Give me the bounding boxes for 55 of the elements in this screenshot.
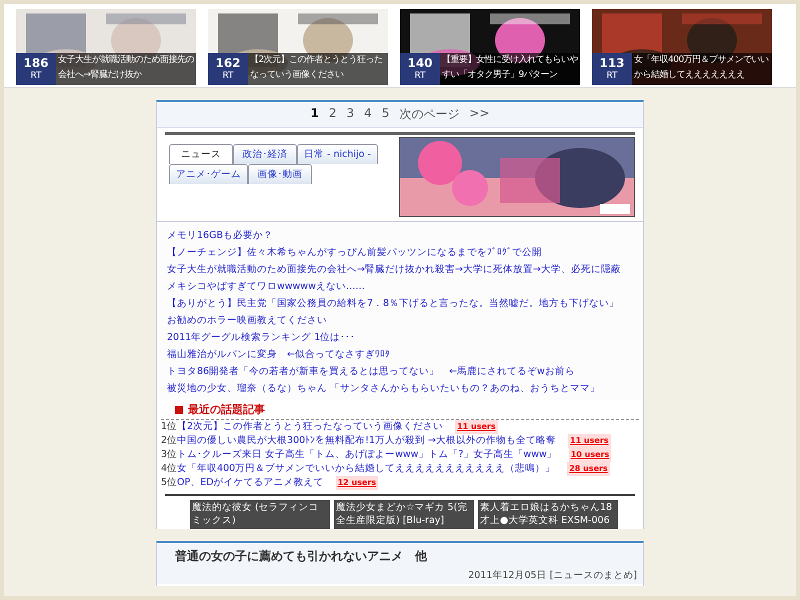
page-link[interactable]: 4 — [364, 106, 372, 123]
thumbnail-caption[interactable]: 【2次元】この作者とうとう狂ったなっていう画像ください — [248, 53, 388, 85]
headline-link[interactable]: 【ありがとう】民主党「国家公務員の給料を7．8％下げると言ったな。当然嘘だ。地方も下げない」 — [167, 296, 633, 311]
thumbnail-caption[interactable]: 女子大生が就職活動のため面接先の会社へ→腎臓だけ抜か — [56, 53, 196, 85]
article-link[interactable]: 中国の優しい農民が大根300ﾄﾝを無料配布!1万人が殺到 →大根以外の作物も全て略奪 — [177, 434, 556, 448]
users-badge[interactable]: 11 users — [568, 434, 611, 448]
headline-link[interactable]: 女子大生が就職活動のため面接先の会社へ→腎臓だけ抜かれ殺害→大学に死体放置→大学、必死に隠蔽 — [167, 262, 633, 277]
article-date: 2011年12月05日 [ニュースのまとめ] — [157, 567, 643, 584]
headline-link[interactable]: メモリ16GBも必要か？ — [167, 228, 633, 243]
headline-link[interactable]: メキシコやばすぎてワロwwwwwえない…… — [167, 279, 633, 294]
category-tab[interactable]: ニュース — [169, 144, 233, 164]
users-badge[interactable]: 28 users — [567, 462, 610, 476]
category-tab[interactable]: アニメ･ゲーム — [169, 164, 248, 184]
headline-link[interactable]: トヨタ86開発者「今の若者が新車を買えるとは思ってない」 ←馬鹿にされてるぞwお前ら — [167, 364, 633, 379]
headline-link[interactable]: お勧めのホラー映画教えてください — [167, 313, 633, 328]
product-caption[interactable]: 魔法少女まどか☆マギカ 5(完全生産限定版) [Blu-ray] — [334, 500, 474, 529]
count-text: 162 — [215, 56, 241, 70]
last-page-link[interactable]: >> — [469, 106, 490, 123]
rank-number: 2位 — [161, 434, 178, 448]
rank-number: 1位 — [161, 420, 178, 434]
rt-label: RT — [30, 70, 42, 82]
headline-link[interactable]: 被災地の少女、瑠奈（るな）ちゃん 「サンタさんからもらいたいもの？あのね、おうちとママ」 — [167, 381, 633, 396]
thumbnail-caption[interactable]: 【重要】女性に受け入れてもらいやすい「オタク男子」9パターン — [440, 53, 580, 85]
users-badge[interactable]: 12 users — [336, 476, 378, 490]
article-link[interactable]: 女「年収400万円＆ブサメンでいいから結婚してえええええええええええ（悲鳴）」 — [177, 462, 556, 476]
article-title: 普通の女の子に薦めても引かれないアニメ 他 — [157, 543, 643, 567]
rt-label: RT — [222, 70, 234, 82]
rank-number: 5位 — [161, 476, 178, 490]
thumbnail-caption[interactable]: 女「年収400万円＆ブサメンでいいから結婚してえええええええ — [632, 53, 772, 85]
article-link[interactable]: トム･クルーズ来日 女子高生「トム、あげぽよーwww」トム「?」女子高生「www」 — [177, 448, 557, 462]
users-badge[interactable]: 10 users — [568, 448, 612, 462]
category-tab[interactable]: 日常 - nichijo - — [297, 144, 378, 164]
page-link[interactable]: 3 — [346, 106, 354, 123]
headline-link[interactable]: 福山雅治がルパンに変身 ←似合ってなさすぎﾜﾛﾀ — [167, 347, 633, 362]
category-tab[interactable]: 画像･動画 — [248, 164, 312, 184]
page-link[interactable]: 2 — [328, 106, 336, 123]
section-title: 最近の話題記事 — [188, 402, 265, 417]
article-link[interactable]: OP、EDがイケてるアニメ教えて — [177, 476, 324, 490]
headline-link[interactable]: 【ノーチェンジ】佐々木希ちゃんがすっぴん前髪パッツンになるまでをﾌﾞﾛｸﾞで公開 — [167, 245, 633, 260]
rt-label: RT — [606, 70, 618, 82]
headline-link[interactable]: 2011年グーグル検索ランキング 1位は･･･ — [167, 330, 633, 345]
rank-number: 4位 — [161, 462, 178, 476]
product-caption[interactable]: 魔法的な彼女 (セラフィンコミックス) — [190, 500, 330, 529]
product-caption[interactable]: 素人着エロ娘はるかちゃん18才上●大学英文科 EXSM-006 — [478, 500, 618, 529]
users-badge[interactable]: 11 users — [455, 420, 498, 434]
rank-number: 3位 — [161, 448, 178, 462]
rt-label: RT — [414, 70, 426, 82]
article-link[interactable]: 【2次元】この作者とうとう狂ったなっていう画像ください — [177, 420, 444, 434]
next-page-link[interactable]: 次のページ — [399, 106, 460, 123]
count-text: 186 — [23, 56, 49, 70]
count-text: 113 — [599, 56, 625, 70]
category-tab[interactable]: 政治･経済 — [233, 144, 297, 164]
page-link[interactable]: 1 — [310, 106, 319, 123]
count-text: 140 — [407, 56, 433, 70]
page-link[interactable]: 5 — [382, 106, 390, 123]
